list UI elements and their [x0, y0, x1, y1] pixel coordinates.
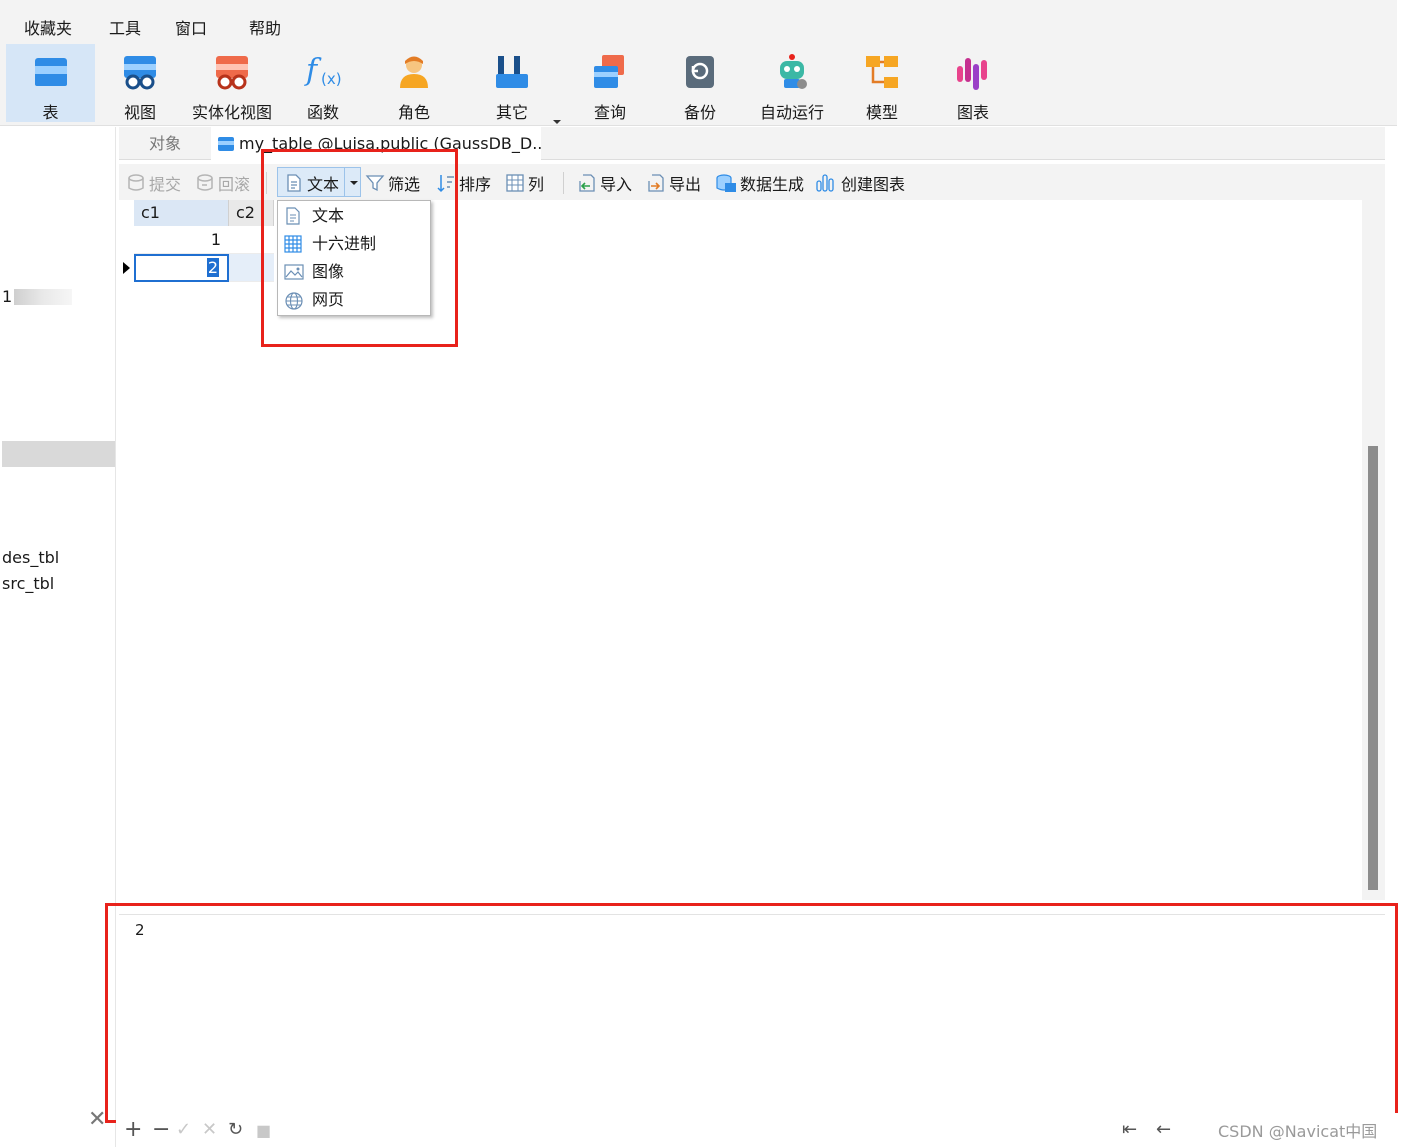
- rollback-button[interactable]: 回滚: [195, 171, 250, 195]
- current-row-indicator-icon: [123, 262, 130, 274]
- table-tab-icon: [218, 137, 234, 151]
- ribbon-table-button[interactable]: 表: [6, 44, 95, 122]
- nav-selected-row[interactable]: [2, 441, 115, 467]
- watermark-text: CSDN @Navicat中国: [1218, 1122, 1378, 1141]
- menu-window[interactable]: 窗口: [175, 15, 207, 39]
- ribbon-backup-button[interactable]: 备份: [657, 44, 743, 122]
- ribbon-role-button[interactable]: 角色: [371, 44, 457, 122]
- refresh-icon[interactable]: ↻: [228, 1119, 243, 1140]
- first-page-icon[interactable]: ⇤: [1122, 1119, 1137, 1140]
- ribbon-automation-label: 自动运行: [759, 103, 824, 122]
- sort-label: 排序: [459, 175, 492, 194]
- rollback-icon: [197, 174, 213, 191]
- toolbar-separator: [563, 172, 564, 194]
- cell-r1-c1[interactable]: 1: [134, 226, 229, 254]
- annotation-highlight-preview: [105, 903, 1398, 1123]
- create-chart-label: 创建图表: [841, 175, 906, 194]
- other-dropdown-caret-icon[interactable]: [553, 120, 561, 124]
- blurred-label: [14, 289, 72, 305]
- function-icon: f (x): [304, 53, 342, 88]
- ribbon-other-button[interactable]: 其它: [469, 44, 555, 122]
- role-icon: [400, 56, 428, 88]
- ribbon-chart-label: 图表: [956, 103, 989, 122]
- columns-icon: [506, 174, 524, 192]
- ribbon-chart-button[interactable]: 图表: [930, 44, 1016, 122]
- ribbon-query-label: 查询: [593, 103, 626, 122]
- ribbon-role-label: 角色: [397, 103, 430, 122]
- import-icon: [579, 174, 595, 192]
- discard-changes-icon[interactable]: ✕: [202, 1119, 217, 1140]
- ribbon-function-button[interactable]: f (x) 函数: [280, 44, 366, 122]
- columns-label: 列: [528, 175, 545, 194]
- column-header-c1[interactable]: c1: [134, 200, 229, 226]
- data-generation-label: 数据生成: [740, 175, 805, 194]
- ribbon-backup-label: 备份: [683, 103, 716, 122]
- robot-icon: [780, 54, 807, 89]
- chart-icon: [957, 58, 987, 90]
- view-icon: [124, 56, 156, 90]
- stop-icon[interactable]: ■: [256, 1121, 271, 1140]
- ribbon-model-label: 模型: [865, 103, 898, 122]
- menu-favorites[interactable]: 收藏夹: [24, 15, 72, 39]
- apply-changes-icon[interactable]: ✓: [176, 1119, 191, 1140]
- export-label: 导出: [669, 175, 702, 194]
- model-icon: [866, 56, 898, 88]
- export-icon: [648, 174, 664, 192]
- commit-icon: [128, 174, 144, 191]
- ribbon-other-label: 其它: [495, 103, 528, 122]
- ribbon-automation-button[interactable]: 自动运行: [748, 44, 836, 122]
- menu-bar: 收藏夹 工具 窗口 帮助: [0, 0, 1397, 40]
- svg-text:f: f: [304, 53, 322, 88]
- data-generation-button[interactable]: 数据生成: [715, 171, 804, 195]
- table-icon: [34, 58, 67, 86]
- export-button[interactable]: 导出: [646, 171, 701, 195]
- ribbon-table-label: 表: [42, 103, 59, 122]
- ribbon-materialized-view-label: 实体化视图: [191, 103, 272, 122]
- create-chart-icon: [816, 174, 834, 192]
- nav-item-src-tbl[interactable]: src_tbl: [2, 574, 54, 593]
- ribbon-function-label: 函数: [306, 103, 339, 122]
- data-generation-icon: [716, 174, 736, 192]
- import-button[interactable]: 导入: [577, 171, 632, 195]
- navigation-panel: 1 des_tbl src_tbl ✕: [0, 127, 116, 1147]
- ribbon-view-button[interactable]: 视图: [97, 44, 183, 122]
- close-icon[interactable]: ✕: [88, 1107, 106, 1132]
- rollback-label: 回滚: [218, 175, 251, 194]
- delete-record-icon[interactable]: −: [152, 1117, 170, 1142]
- menu-help[interactable]: 帮助: [249, 15, 281, 39]
- record-navigation-bar: + − ✓ ✕ ↻ ■ ⇤ ←: [116, 1113, 1402, 1147]
- previous-page-icon[interactable]: ←: [1156, 1119, 1171, 1140]
- tools-icon: [496, 56, 528, 88]
- svg-text:(x): (x): [321, 70, 342, 88]
- cell-r2-c1-editing[interactable]: 2: [134, 254, 229, 282]
- ribbon-view-label: 视图: [123, 103, 156, 122]
- annotation-highlight-dropdown: [261, 149, 458, 347]
- commit-button[interactable]: 提交: [126, 171, 181, 195]
- ribbon-model-button[interactable]: 模型: [839, 44, 925, 122]
- backup-icon: [686, 56, 714, 88]
- nav-item-partial[interactable]: 1: [2, 287, 12, 306]
- materialized-view-icon: [216, 56, 248, 90]
- commit-label: 提交: [149, 175, 182, 194]
- nav-item-des-tbl[interactable]: des_tbl: [2, 548, 59, 567]
- tab-objects[interactable]: 对象: [119, 127, 211, 160]
- add-record-icon[interactable]: +: [124, 1117, 142, 1142]
- import-label: 导入: [600, 175, 633, 194]
- query-icon: [594, 55, 624, 88]
- columns-button[interactable]: 列: [505, 171, 544, 195]
- create-chart-button[interactable]: 创建图表: [816, 171, 905, 195]
- menu-tools[interactable]: 工具: [109, 15, 141, 39]
- vertical-scrollbar-thumb[interactable]: [1368, 446, 1378, 890]
- ribbon-toolbar: 表 视图 实体化视图 f (x) 函数 角色 其它 查询 备份 自动运行 模型 …: [0, 40, 1397, 126]
- ribbon-query-button[interactable]: 查询: [567, 44, 653, 122]
- cell-selected-text[interactable]: 2: [206, 258, 219, 277]
- ribbon-materialized-view-button[interactable]: 实体化视图: [188, 44, 276, 122]
